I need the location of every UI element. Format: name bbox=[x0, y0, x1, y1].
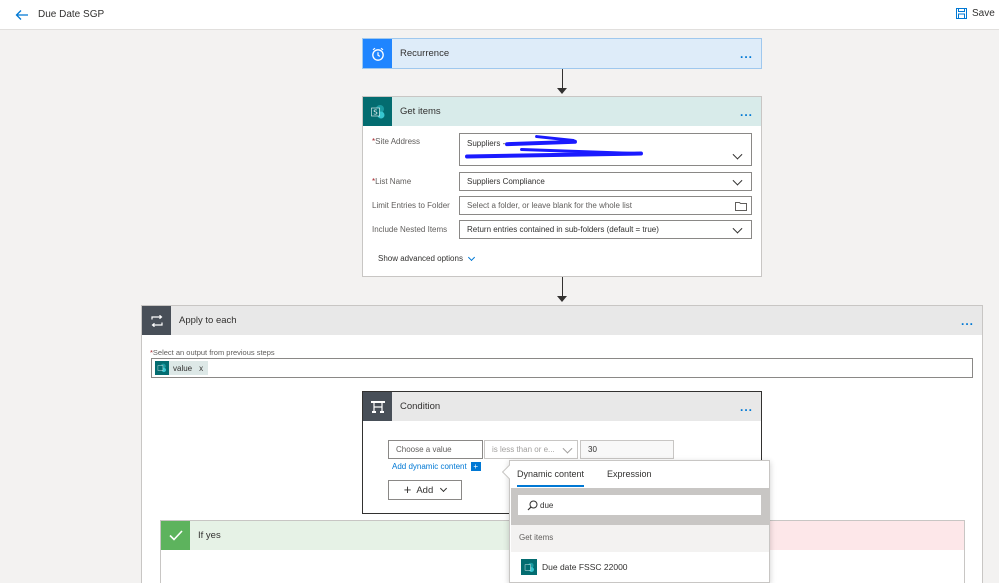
value-token-label: value bbox=[173, 363, 193, 373]
condition-icon bbox=[363, 392, 392, 421]
checkmark-icon bbox=[161, 521, 190, 550]
top-bar bbox=[0, 0, 999, 30]
alarm-clock-icon bbox=[363, 39, 392, 68]
sharepoint-icon bbox=[521, 559, 537, 575]
chevron-down-icon bbox=[440, 484, 448, 493]
condition-more-button[interactable]: ... bbox=[740, 400, 753, 414]
if-yes-branch[interactable]: If yes bbox=[160, 520, 510, 583]
tab-dynamic-content[interactable]: Dynamic content bbox=[517, 469, 585, 487]
add-dynamic-content-label: Add dynamic content bbox=[392, 462, 467, 471]
save-label: Save bbox=[972, 8, 995, 19]
if-yes-title: If yes bbox=[198, 530, 221, 541]
chevron-down-icon[interactable] bbox=[732, 175, 743, 186]
save-icon bbox=[956, 8, 967, 19]
loop-icon bbox=[142, 306, 171, 335]
save-button[interactable]: Save bbox=[956, 8, 995, 19]
apply-to-each-more-button[interactable]: ... bbox=[961, 314, 974, 328]
site-address-label-text: Site Address bbox=[375, 137, 421, 146]
tab-dynamic-content-label: Dynamic content bbox=[517, 469, 585, 479]
site-address-dropdown[interactable]: Suppliers - bbox=[459, 133, 752, 166]
connector-arrow-icon bbox=[557, 88, 567, 94]
section-header-label: Get items bbox=[519, 533, 554, 542]
if-no-header bbox=[761, 521, 964, 550]
search-value: due bbox=[540, 500, 554, 510]
connector-line bbox=[562, 69, 563, 88]
select-output-input[interactable]: value x bbox=[151, 358, 973, 378]
dynamic-item-due-date[interactable]: Due date FSSC 22000 bbox=[511, 553, 769, 581]
limit-folder-label: Limit Entries to Folder bbox=[372, 201, 450, 210]
if-no-branch[interactable] bbox=[760, 520, 965, 583]
recurrence-card[interactable]: Recurrence ... bbox=[362, 38, 762, 69]
search-area: due bbox=[511, 488, 769, 525]
select-output-label-text: Select an output from previous steps bbox=[152, 348, 275, 357]
site-address-value: Suppliers - bbox=[467, 139, 506, 148]
dynamic-item-label: Due date FSSC 22000 bbox=[542, 562, 628, 572]
get-items-card[interactable]: S Get items ... *Site Address Suppliers … bbox=[362, 96, 762, 277]
get-items-title: Get items bbox=[400, 106, 441, 117]
site-address-label: *Site Address bbox=[372, 137, 420, 146]
show-advanced-label: Show advanced options bbox=[378, 254, 463, 263]
chevron-down-icon[interactable] bbox=[562, 443, 573, 454]
connector-arrow-icon bbox=[557, 296, 567, 302]
recurrence-more-button[interactable]: ... bbox=[740, 47, 753, 61]
connector-line bbox=[562, 277, 563, 296]
nested-items-dropdown[interactable]: Return entries contained in sub-folders … bbox=[459, 220, 752, 239]
limit-folder-placeholder: Select a folder, or leave blank for the … bbox=[467, 201, 632, 210]
add-button[interactable]: + Add bbox=[388, 480, 462, 500]
nested-items-label: Include Nested Items bbox=[372, 225, 448, 234]
select-output-label: *Select an output from previous steps bbox=[150, 348, 275, 357]
tab-expression[interactable]: Expression bbox=[607, 469, 652, 479]
compare-value: 30 bbox=[588, 445, 597, 454]
svg-text:S: S bbox=[373, 108, 378, 116]
folder-icon[interactable] bbox=[735, 201, 747, 211]
add-dynamic-content-link[interactable]: Add dynamic content + bbox=[392, 462, 481, 471]
back-arrow-icon[interactable] bbox=[14, 7, 30, 23]
plus-icon: + bbox=[403, 482, 412, 497]
sharepoint-icon: S bbox=[363, 97, 392, 126]
chevron-down-icon[interactable] bbox=[732, 223, 743, 234]
flow-title: Due Date SGP bbox=[38, 9, 105, 20]
token-remove-icon[interactable]: x bbox=[199, 364, 203, 373]
add-label: Add bbox=[416, 484, 434, 496]
list-name-label: *List Name bbox=[372, 177, 411, 186]
search-icon bbox=[527, 500, 538, 511]
compare-value-input[interactable]: 30 bbox=[580, 440, 674, 459]
search-input[interactable]: due bbox=[517, 494, 762, 516]
dynamic-content-popup: Dynamic content Expression due Get items… bbox=[501, 460, 770, 583]
plus-icon: + bbox=[470, 462, 481, 471]
show-advanced-options-link[interactable]: Show advanced options bbox=[378, 253, 475, 263]
tab-expression-label: Expression bbox=[607, 469, 652, 479]
get-items-more-button[interactable]: ... bbox=[740, 105, 753, 119]
value-token[interactable]: value x bbox=[155, 361, 209, 375]
chevron-down-icon bbox=[467, 253, 475, 261]
condition-title: Condition bbox=[400, 401, 441, 412]
apply-to-each-title: Apply to each bbox=[179, 315, 237, 326]
chevron-down-icon[interactable] bbox=[732, 149, 743, 160]
recurrence-title: Recurrence bbox=[400, 48, 450, 59]
list-name-dropdown[interactable]: Suppliers Compliance bbox=[459, 172, 752, 191]
operator-value: is less than or e... bbox=[492, 445, 555, 454]
choose-value-placeholder: Choose a value bbox=[396, 445, 452, 454]
list-name-value: Suppliers Compliance bbox=[467, 177, 545, 186]
sharepoint-icon bbox=[155, 361, 169, 375]
choose-value-input[interactable]: Choose a value bbox=[388, 440, 483, 459]
nested-items-value: Return entries contained in sub-folders … bbox=[467, 225, 659, 234]
operator-dropdown[interactable]: is less than or e... bbox=[484, 440, 578, 459]
list-name-label-text: List Name bbox=[375, 177, 412, 186]
limit-folder-input[interactable]: Select a folder, or leave blank for the … bbox=[459, 196, 752, 215]
section-header-get-items: Get items bbox=[511, 525, 769, 552]
